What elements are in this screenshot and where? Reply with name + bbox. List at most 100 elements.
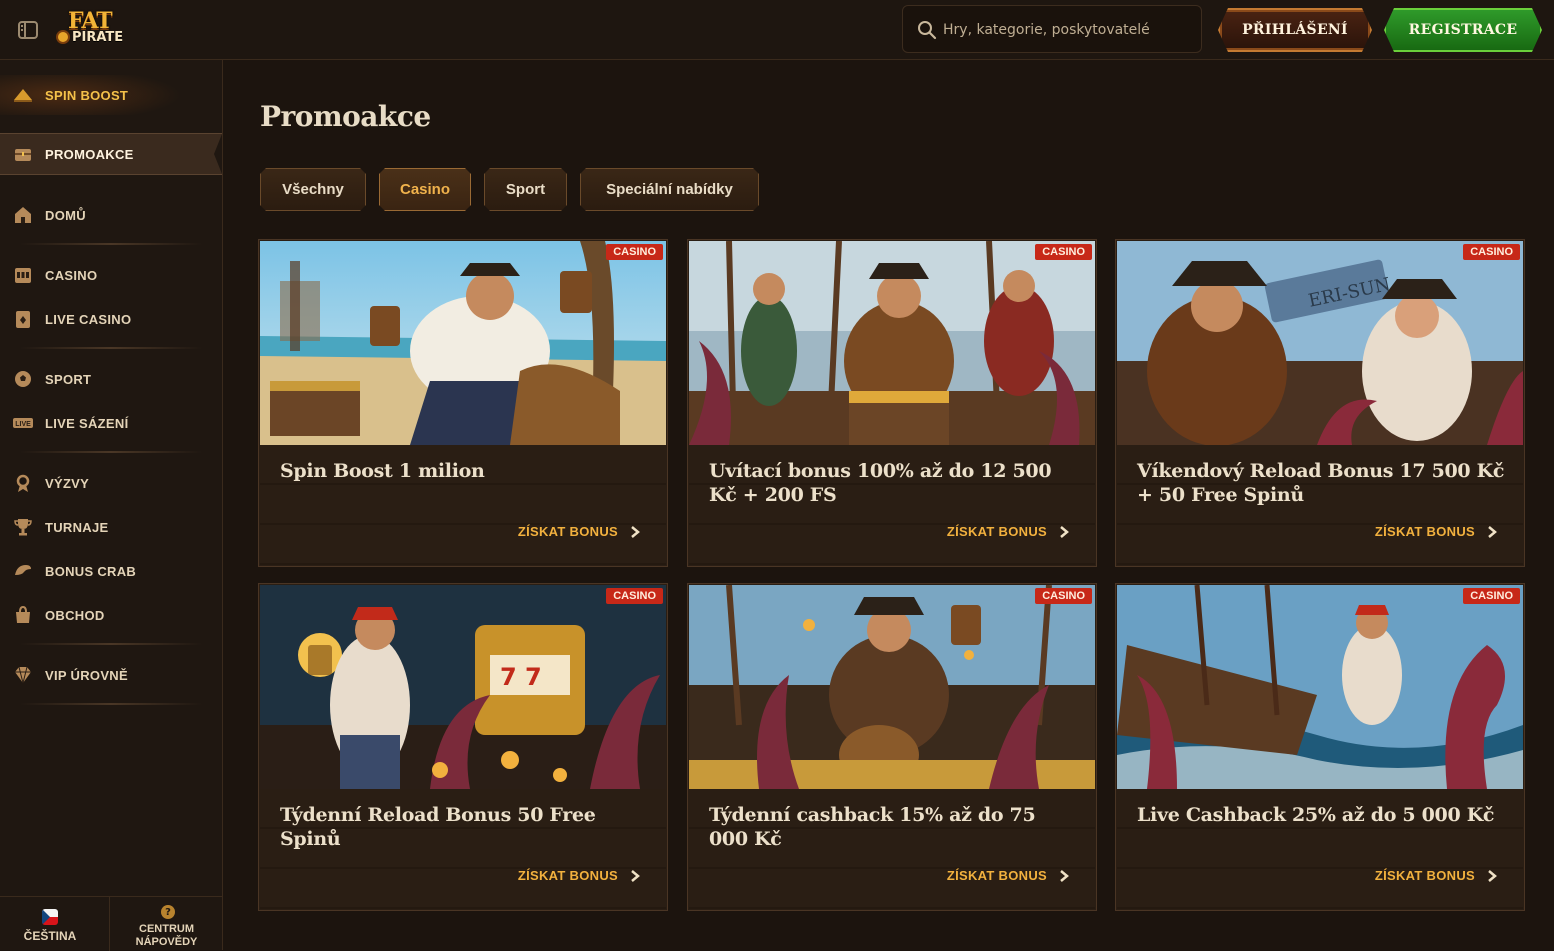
claim-bonus-link[interactable]: ZÍSKAT BONUS — [947, 524, 1071, 539]
claim-bonus-label: ZÍSKAT BONUS — [517, 524, 618, 539]
sidebar-item-tournaments[interactable]: TURNAJE — [0, 507, 222, 547]
sidebar-item-shop[interactable]: OBCHOD — [0, 595, 222, 635]
search-icon — [917, 20, 937, 40]
sidebar-item-label: OBCHOD — [45, 607, 105, 623]
trophy-icon — [12, 516, 34, 538]
czech-flag-icon — [42, 909, 58, 925]
promo-title: Víkendový Reload Bonus 17 500 Kč + 50 Fr… — [1137, 460, 1505, 506]
category-badge: CASINO — [1463, 588, 1520, 604]
claim-bonus-link[interactable]: ZÍSKAT BONUS — [518, 524, 642, 539]
chevron-right-icon — [631, 525, 640, 538]
sidebar-item-label: LIVE CASINO — [45, 311, 132, 327]
sidebar-item-spin-boost[interactable]: SPIN BOOST — [0, 75, 222, 115]
filter-tab-special-offers[interactable]: Speciální nabídky — [580, 168, 759, 211]
sidebar: SPIN BOOST PROMOAKCE DOMŮ CASINO LIVE CA… — [0, 60, 223, 951]
sidebar-item-challenges[interactable]: VÝZVY — [0, 463, 222, 503]
vip-gem-icon — [12, 664, 34, 686]
sidebar-footer: ČEŠTINA ? CENTRUM NÁPOVĚDY — [0, 896, 222, 951]
login-button[interactable]: PŘIHLÁŠENÍ — [1218, 8, 1372, 52]
crab-icon — [12, 560, 34, 582]
chevron-right-icon — [1060, 869, 1069, 882]
claim-bonus-label: ZÍSKAT BONUS — [946, 868, 1047, 883]
svg-text:7 7: 7 7 — [500, 663, 542, 691]
claim-bonus-link[interactable]: ZÍSKAT BONUS — [1375, 524, 1499, 539]
sidebar-item-bonus-crab[interactable]: BONUS CRAB — [0, 551, 222, 591]
sidebar-item-label: CASINO — [45, 267, 98, 283]
promo-card-body: Uvítací bonus 100% až do 12 500 Kč + 200… — [689, 445, 1095, 565]
language-selector[interactable]: ČEŠTINA — [0, 897, 110, 951]
sidebar-toggle-icon[interactable] — [16, 18, 40, 42]
filter-tab-all[interactable]: Všechny — [260, 168, 366, 211]
promo-image: CASINO — [689, 585, 1095, 789]
promo-title: Live Cashback 25% až do 5 000 Kč — [1137, 804, 1495, 826]
treasure-chest-icon — [12, 143, 34, 165]
sidebar-item-label: LIVE SÁZENÍ — [45, 415, 129, 431]
promo-image: 7 7 CASINO — [260, 585, 666, 789]
claim-bonus-label: ZÍSKAT BONUS — [1374, 524, 1475, 539]
shop-bag-icon — [12, 604, 34, 626]
help-icon: ? — [161, 905, 175, 919]
promo-image: CASINO — [689, 241, 1095, 445]
sidebar-item-casino[interactable]: CASINO — [0, 255, 222, 295]
site-logo[interactable]: FAT PIRATE — [56, 8, 140, 52]
home-icon — [12, 204, 34, 226]
chevron-right-icon — [1488, 525, 1497, 538]
promo-title: Spin Boost 1 milion — [280, 460, 485, 482]
svg-text:LIVE: LIVE — [15, 421, 31, 428]
sidebar-item-label: SPORT — [45, 371, 92, 387]
register-button[interactable]: REGISTRACE — [1384, 8, 1542, 52]
category-badge: CASINO — [1463, 244, 1520, 260]
sidebar-divider — [20, 703, 202, 705]
chevron-right-icon — [1488, 869, 1497, 882]
page-title: Promoakce — [260, 100, 431, 133]
help-center-label: CENTRUM NÁPOVĚDY — [135, 923, 198, 948]
promo-title: Uvítací bonus 100% až do 12 500 Kč + 200… — [709, 460, 1052, 506]
category-badge: CASINO — [1035, 588, 1092, 604]
sidebar-item-label: DOMŮ — [45, 207, 86, 223]
sidebar-item-label: SPIN BOOST — [45, 87, 129, 103]
sidebar-item-promoakce[interactable]: PROMOAKCE — [0, 133, 222, 175]
filter-tab-sport[interactable]: Sport — [484, 168, 567, 211]
claim-bonus-link[interactable]: ZÍSKAT BONUS — [1375, 868, 1499, 883]
promo-image: CASINO — [1117, 585, 1523, 789]
live-casino-icon — [12, 308, 34, 330]
promo-title: Týdenní Reload Bonus 50 Free Spinů — [280, 804, 596, 850]
claim-bonus-link[interactable]: ZÍSKAT BONUS — [518, 868, 642, 883]
promo-card-body: Týdenní cashback 15% až do 75 000 Kč ZÍS… — [689, 789, 1095, 909]
sidebar-divider — [20, 451, 202, 453]
claim-bonus-link[interactable]: ZÍSKAT BONUS — [947, 868, 1071, 883]
help-center-link[interactable]: ? CENTRUM NÁPOVĚDY — [111, 897, 222, 951]
promo-card[interactable]: CASINO Spin Boost 1 milion ZÍSKAT BONUS — [258, 239, 668, 567]
claim-bonus-label: ZÍSKAT BONUS — [1374, 868, 1475, 883]
filter-tab-casino[interactable]: Casino — [379, 168, 471, 211]
casino-icon — [12, 264, 34, 286]
promo-card-body: Live Cashback 25% až do 5 000 Kč ZÍSKAT … — [1117, 789, 1523, 909]
sport-ball-icon — [12, 368, 34, 390]
promo-card[interactable]: CASINO Týdenní cashback 15% až do 75 000… — [687, 583, 1097, 911]
search-box[interactable] — [902, 5, 1202, 53]
logo-text-bottom: PIRATE — [72, 30, 124, 45]
promo-card[interactable]: 7 7 CASINO Týdenní Reload Bonus 50 Free … — [258, 583, 668, 911]
promo-card[interactable]: ERI-SUN CASINO Víkendový Reload Bonus 17… — [1115, 239, 1525, 567]
sidebar-divider — [20, 347, 202, 349]
sidebar-item-home[interactable]: DOMŮ — [0, 195, 222, 235]
claim-bonus-label: ZÍSKAT BONUS — [517, 868, 618, 883]
sidebar-item-sport[interactable]: SPORT — [0, 359, 222, 399]
sidebar-item-vip-levels[interactable]: VIP ÚROVNĚ — [0, 655, 222, 695]
category-badge: CASINO — [606, 588, 663, 604]
language-label: ČEŠTINA — [23, 929, 77, 943]
promo-card-body: Týdenní Reload Bonus 50 Free Spinů ZÍSKA… — [260, 789, 666, 909]
claim-bonus-label: ZÍSKAT BONUS — [946, 524, 1047, 539]
sidebar-divider — [20, 243, 202, 245]
sidebar-item-label: PROMOAKCE — [45, 146, 134, 162]
promo-card[interactable]: CASINO Uvítací bonus 100% až do 12 500 K… — [687, 239, 1097, 567]
sidebar-item-label: VIP ÚROVNĚ — [45, 667, 128, 683]
chevron-right-icon — [631, 869, 640, 882]
sidebar-item-live-betting[interactable]: LIVE LIVE SÁZENÍ — [0, 403, 222, 443]
category-badge: CASINO — [606, 244, 663, 260]
sidebar-item-live-casino[interactable]: LIVE CASINO — [0, 299, 222, 339]
promo-image: ERI-SUN CASINO — [1117, 241, 1523, 445]
challenges-icon — [12, 472, 34, 494]
promo-card[interactable]: CASINO Live Cashback 25% až do 5 000 Kč … — [1115, 583, 1525, 911]
search-input[interactable] — [943, 18, 1193, 42]
